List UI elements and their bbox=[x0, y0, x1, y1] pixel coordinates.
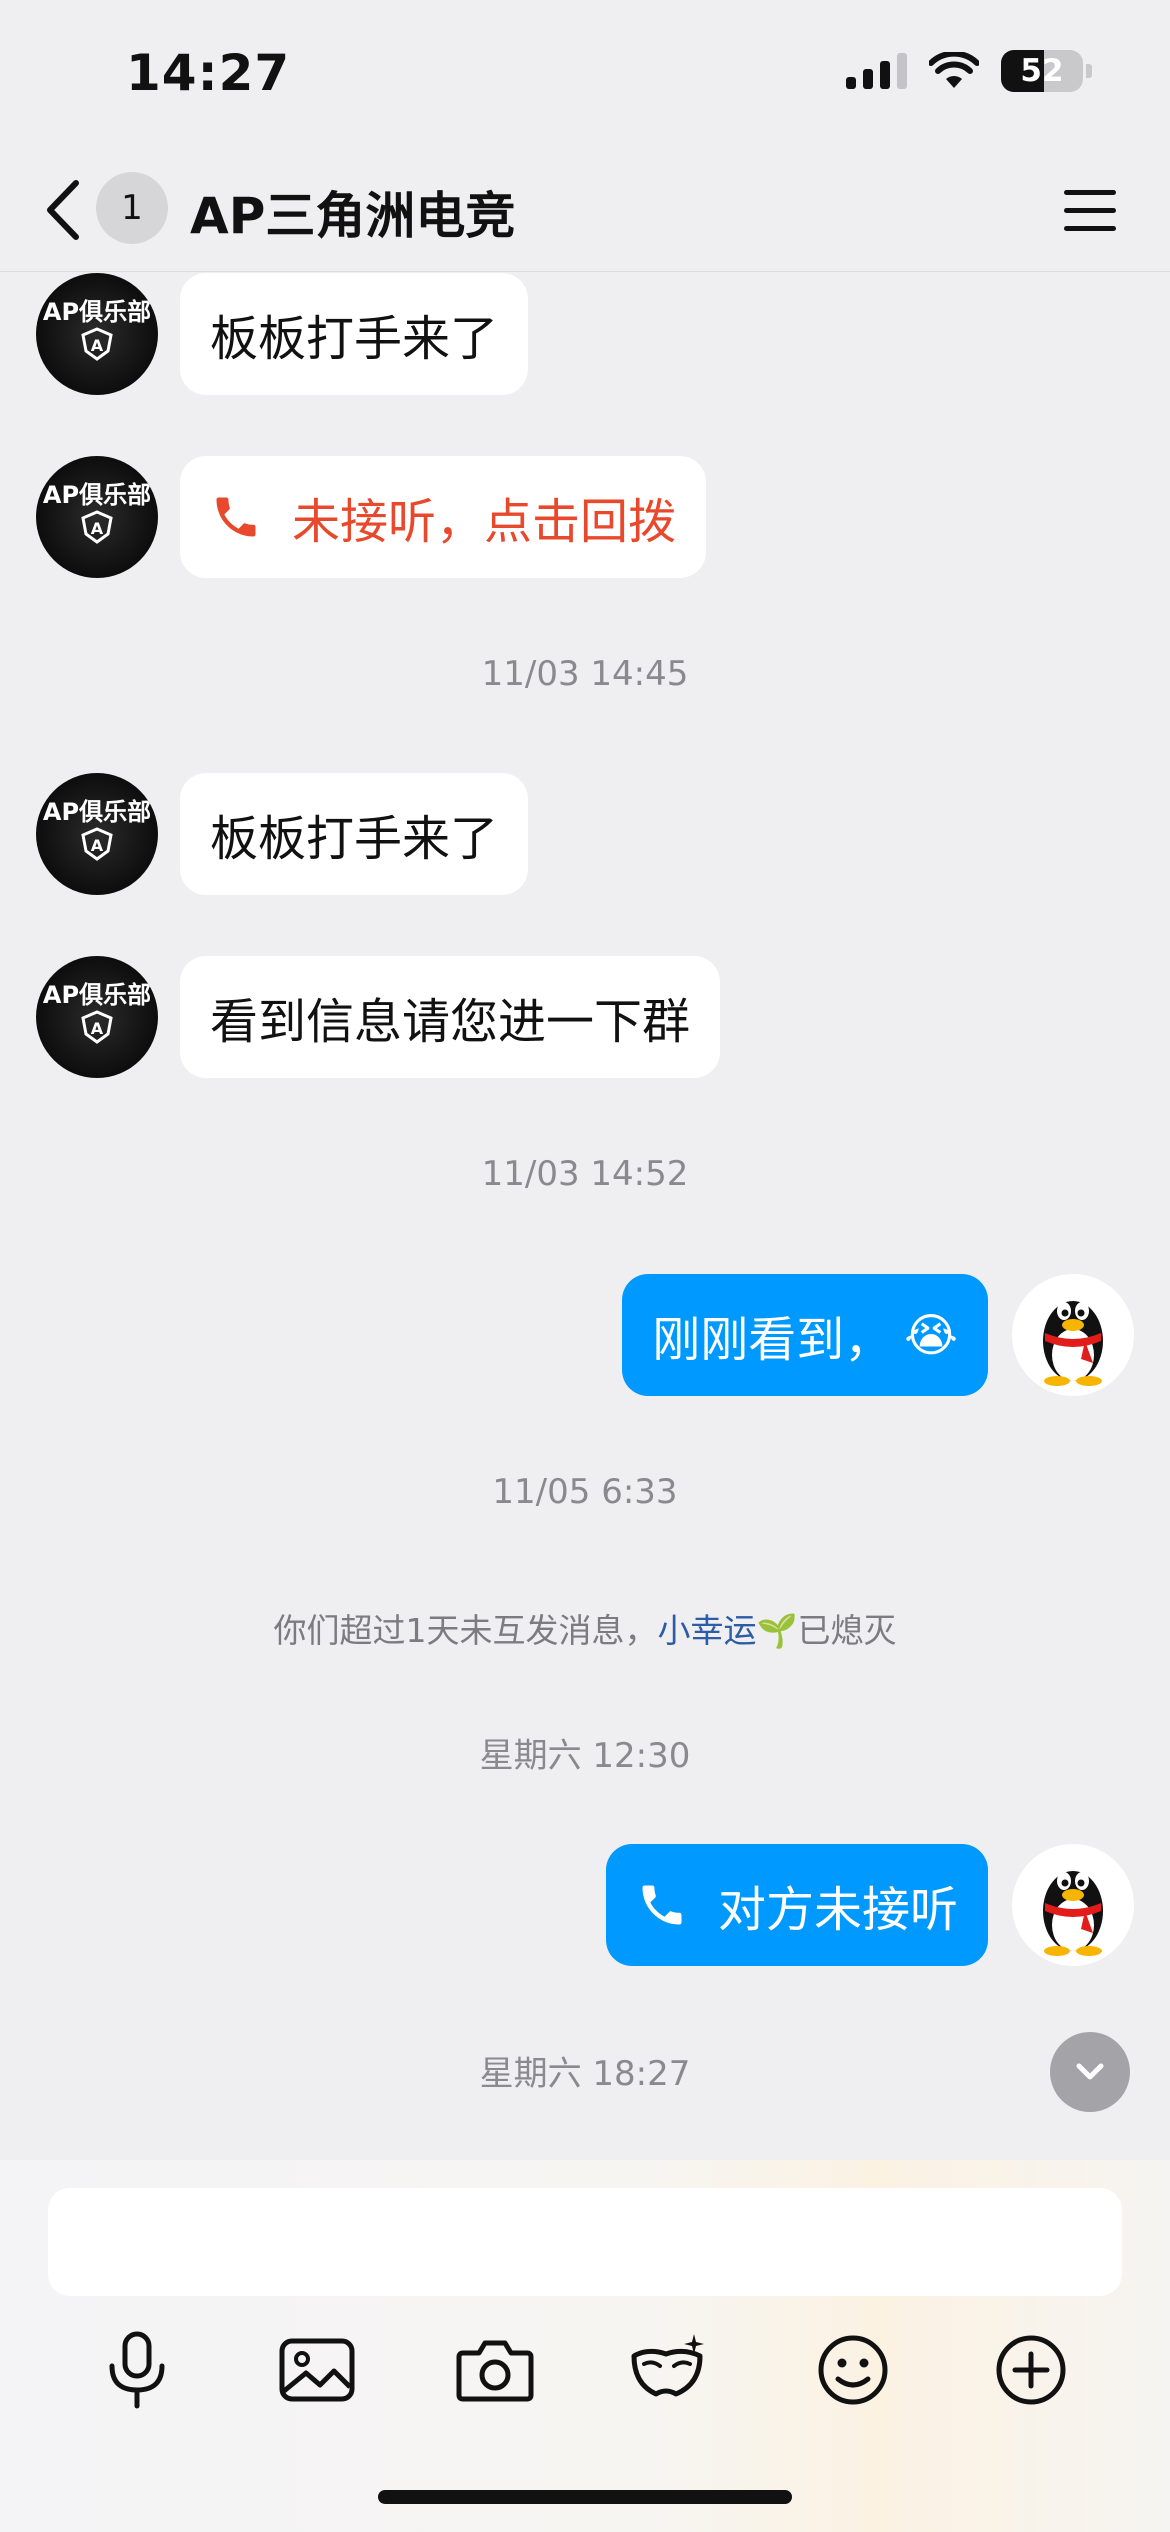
svg-text:A: A bbox=[91, 336, 104, 355]
timestamp: 11/03 14:52 bbox=[481, 1154, 689, 1194]
mic-icon bbox=[109, 2331, 165, 2409]
avatar[interactable]: AP俱乐部 A bbox=[36, 273, 158, 395]
message-bubble[interactable]: 板板打手来了 bbox=[180, 773, 529, 895]
scroll-to-bottom-button[interactable] bbox=[1050, 2032, 1130, 2112]
timestamp: 星期六 18:27 bbox=[479, 2054, 691, 2094]
shield-logo-icon: A bbox=[81, 1010, 113, 1044]
timestamp: 星期六 12:30 bbox=[479, 1736, 691, 1776]
avatar-self[interactable] bbox=[1012, 1274, 1134, 1396]
message-row: AP俱乐部 A 板板打手来了 bbox=[36, 773, 529, 895]
message-row: AP俱乐部 A 看到信息请您进一下群 bbox=[36, 956, 721, 1078]
message-text: 刚刚看到， bbox=[652, 1312, 893, 1368]
composer-area bbox=[0, 2160, 1170, 2532]
avatar-label: AP俱乐部 bbox=[42, 798, 152, 826]
shield-logo-icon: A bbox=[81, 327, 113, 361]
missed-call-bubble[interactable]: 未接听，点击回拨 bbox=[180, 456, 707, 578]
image-icon bbox=[279, 2338, 355, 2402]
avatar[interactable]: AP俱乐部 A bbox=[36, 773, 158, 895]
photo-button[interactable] bbox=[272, 2325, 362, 2415]
avatar[interactable]: AP俱乐部 A bbox=[36, 956, 158, 1078]
status-time: 14:27 bbox=[126, 44, 291, 102]
system-notice-text: 你们超过1天未互发消息， bbox=[273, 1611, 658, 1650]
missed-call-text: 未接听，点击回拨 bbox=[292, 494, 677, 550]
crying-emoji-icon: 😭 bbox=[904, 1308, 958, 1362]
back-icon[interactable] bbox=[40, 177, 90, 243]
shield-logo-icon: A bbox=[81, 510, 113, 544]
mask-icon bbox=[631, 2334, 704, 2397]
svg-text:A: A bbox=[91, 519, 104, 538]
system-notice: 你们超过1天未互发消息，小幸运🌱已熄灭 bbox=[0, 1604, 1170, 1652]
penguin-icon bbox=[1043, 1301, 1103, 1386]
message-row-self: 对方未接听 bbox=[605, 1844, 1134, 1966]
svg-text:A: A bbox=[91, 836, 104, 855]
avatar-self[interactable] bbox=[1012, 1844, 1134, 1966]
system-notice-suffix: 已熄灭 bbox=[797, 1611, 897, 1650]
chat-header: 1 AP三角洲电竞 bbox=[0, 150, 1170, 272]
message-row: AP俱乐部 A 板板打手来了 bbox=[36, 273, 529, 395]
menu-icon[interactable] bbox=[1062, 182, 1118, 238]
more-button[interactable] bbox=[986, 2325, 1076, 2415]
timestamp: 11/03 14:45 bbox=[481, 654, 689, 694]
plus-icon bbox=[996, 2335, 1066, 2405]
sprout-icon: 🌱 bbox=[756, 1611, 798, 1650]
avatar[interactable]: AP俱乐部 A bbox=[36, 456, 158, 578]
call-status-text: 对方未接听 bbox=[717, 1882, 958, 1938]
svg-text:A: A bbox=[91, 1019, 104, 1038]
home-indicator[interactable] bbox=[378, 2490, 792, 2504]
chat-title[interactable]: AP三角洲电竞 bbox=[190, 176, 515, 248]
message-row: AP俱乐部 A 未接听，点击回拨 bbox=[36, 456, 707, 578]
shield-logo-icon: A bbox=[81, 827, 113, 861]
avatar-label: AP俱乐部 bbox=[42, 298, 152, 326]
call-bubble-self[interactable]: 对方未接听 bbox=[605, 1844, 988, 1966]
camera-button[interactable] bbox=[450, 2325, 540, 2415]
signal-icon bbox=[846, 53, 907, 89]
effects-button[interactable] bbox=[624, 2325, 714, 2415]
message-bubble[interactable]: 板板打手来了 bbox=[180, 273, 529, 395]
message-input[interactable] bbox=[48, 2188, 1122, 2296]
timestamp: 11/05 6:33 bbox=[492, 1472, 678, 1512]
avatar-label: AP俱乐部 bbox=[42, 981, 152, 1009]
battery-level: 52 bbox=[1020, 53, 1064, 89]
penguin-icon bbox=[1043, 1871, 1103, 1956]
message-bubble-self[interactable]: 刚刚看到， 😭 bbox=[622, 1274, 988, 1396]
streak-link[interactable]: 小幸运 bbox=[657, 1611, 756, 1650]
phone-icon bbox=[636, 1879, 688, 1931]
message-bubble[interactable]: 看到信息请您进一下群 bbox=[180, 956, 721, 1078]
voice-button[interactable] bbox=[92, 2325, 182, 2415]
emoji-icon bbox=[818, 2335, 888, 2405]
composer-toolbar bbox=[0, 2325, 1170, 2420]
avatar-label: AP俱乐部 bbox=[42, 481, 152, 509]
chevron-down-icon bbox=[1076, 2063, 1104, 2080]
status-bar: 14:27 52 bbox=[0, 0, 1170, 150]
phone-icon bbox=[210, 491, 262, 543]
message-row-self: 刚刚看到， 😭 bbox=[622, 1274, 1134, 1396]
emoji-button[interactable] bbox=[808, 2325, 898, 2415]
status-icons: 52 bbox=[846, 50, 1092, 92]
wifi-icon bbox=[929, 52, 979, 88]
battery-icon: 52 bbox=[1001, 50, 1083, 92]
unread-badge[interactable]: 1 bbox=[96, 172, 168, 244]
camera-icon bbox=[456, 2340, 534, 2402]
